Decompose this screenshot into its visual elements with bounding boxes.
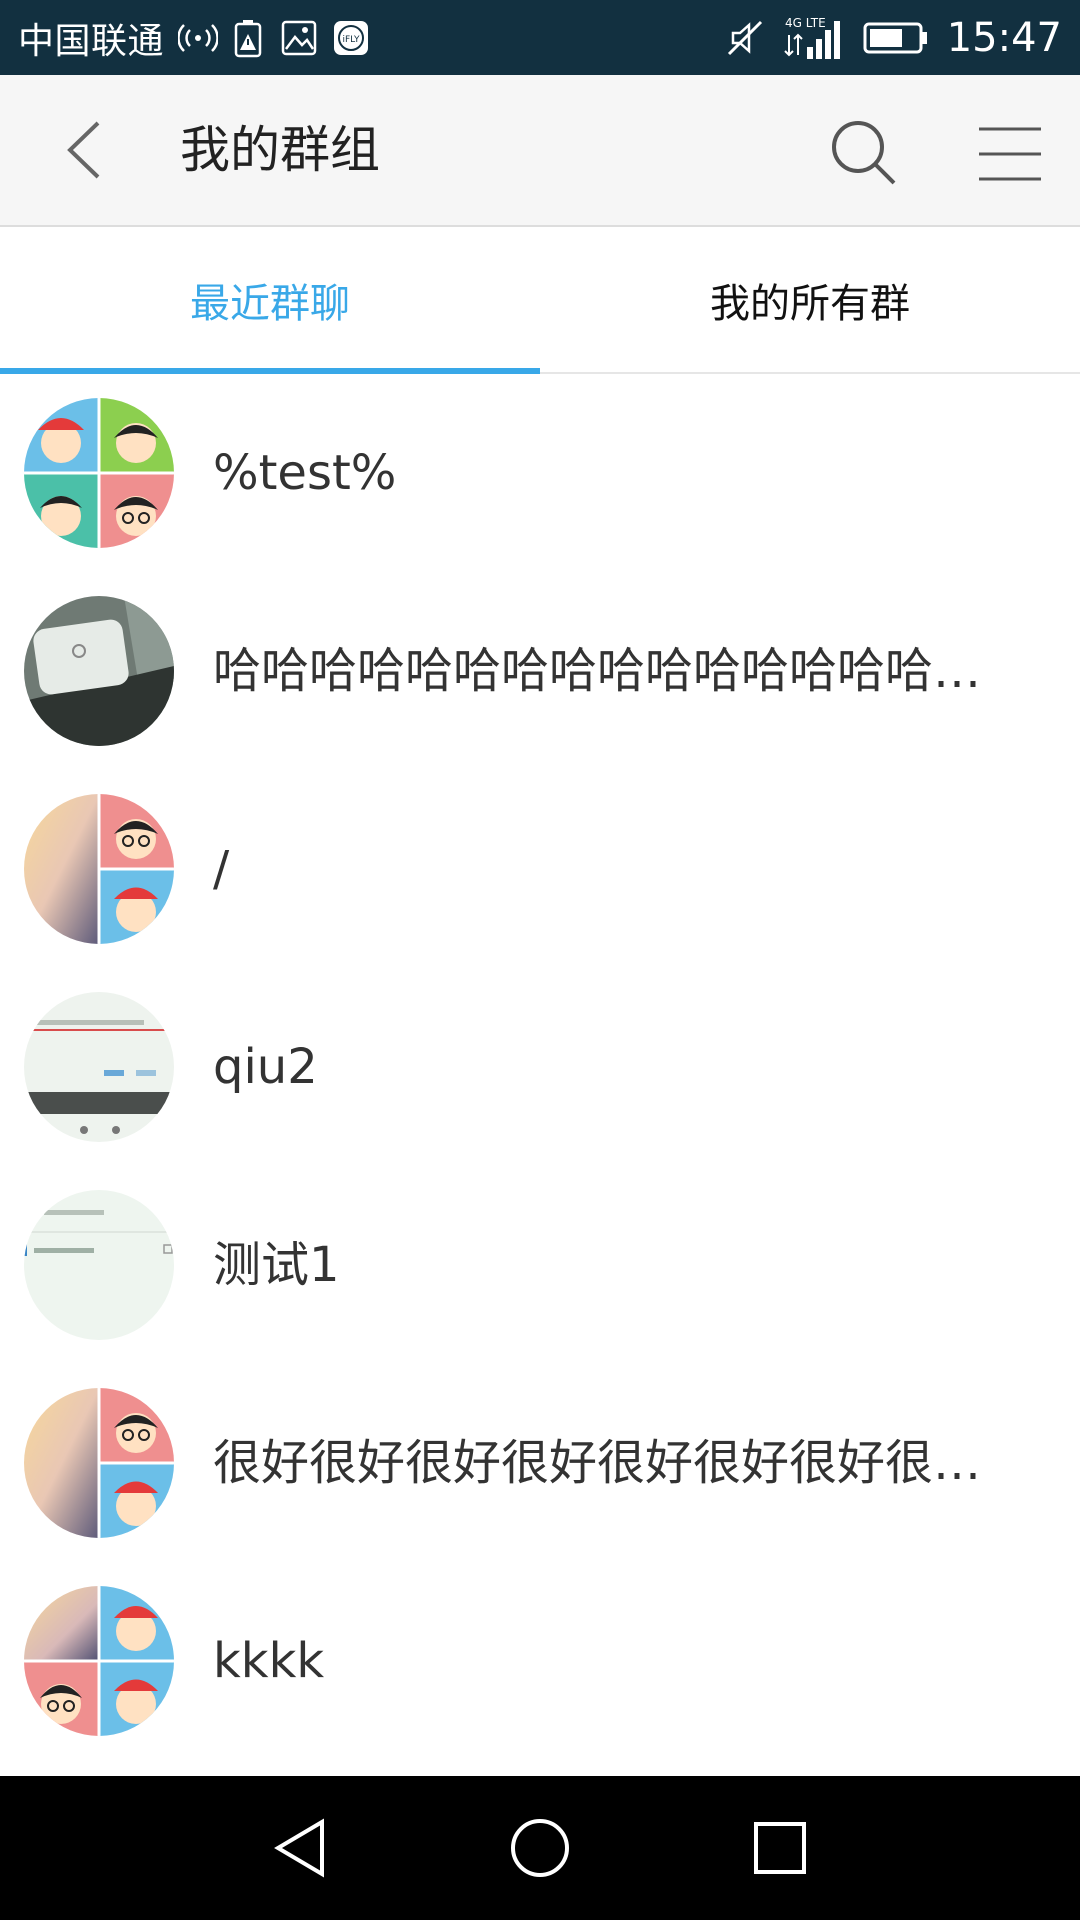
list-item[interactable]: 测试1	[0, 1166, 1080, 1364]
ifly-label: iFLY	[343, 35, 360, 45]
avatar	[24, 596, 174, 746]
tab-recent-groups[interactable]: 最近群聊	[0, 227, 540, 372]
group-name: %test%	[213, 445, 397, 501]
tab-all-groups[interactable]: 我的所有群	[540, 227, 1080, 372]
avatar	[24, 1190, 174, 1340]
carrier-name: 中国联通	[18, 20, 165, 62]
back-button[interactable]	[54, 115, 114, 185]
avatar	[24, 398, 174, 548]
ifly-icon: iFLY	[332, 19, 370, 57]
gallery-icon	[280, 19, 318, 57]
nav-home-icon	[511, 1819, 569, 1877]
avatar	[24, 794, 174, 944]
nav-recents-icon	[754, 1822, 806, 1874]
list-item[interactable]: /	[0, 770, 1080, 968]
system-nav-bar	[0, 1776, 1080, 1920]
clock: 15:47	[946, 14, 1062, 61]
nav-recents-button[interactable]	[740, 1808, 820, 1888]
mute-icon	[725, 18, 765, 58]
group-name: 很好很好很好很好很好很好很好很好很好	[213, 1435, 1010, 1491]
nav-home-button[interactable]	[500, 1808, 580, 1888]
avatar	[24, 1586, 174, 1736]
menu-button[interactable]	[975, 119, 1045, 189]
group-list: %test% 哈哈哈哈哈哈哈哈哈哈哈哈哈哈哈哈哈哈哈哈	[0, 374, 1080, 1760]
avatar	[24, 992, 174, 1142]
list-item[interactable]: kkkk	[0, 1562, 1080, 1760]
group-name: /	[213, 841, 230, 897]
menu-icon	[979, 127, 1041, 181]
list-item[interactable]: %test%	[0, 374, 1080, 572]
signal-icon: 4G LTE	[783, 15, 845, 61]
status-bar: 中国联通 iFLY 4G LTE 15:47	[0, 0, 1080, 75]
app-bar: 我的群组	[0, 75, 1080, 227]
battery-warning-icon	[232, 18, 266, 58]
list-item[interactable]: qiu2	[0, 968, 1080, 1166]
group-name: 测试1	[213, 1237, 340, 1293]
page-title: 我的群组	[180, 121, 380, 179]
list-item[interactable]: 哈哈哈哈哈哈哈哈哈哈哈哈哈哈哈哈哈哈哈哈	[0, 572, 1080, 770]
back-arrow-icon	[67, 121, 100, 179]
group-name: qiu2	[213, 1039, 318, 1095]
nav-back-button[interactable]	[260, 1808, 340, 1888]
group-name: kkkk	[213, 1633, 325, 1689]
search-icon	[832, 121, 896, 185]
avatar	[24, 1388, 174, 1538]
list-item[interactable]: 很好很好很好很好很好很好很好很好很好	[0, 1364, 1080, 1562]
battery-icon	[863, 20, 929, 56]
search-button[interactable]	[824, 113, 904, 193]
broadcast-icon	[178, 21, 219, 55]
network-type: 4G LTE	[785, 16, 826, 30]
group-name: 哈哈哈哈哈哈哈哈哈哈哈哈哈哈哈哈哈哈哈哈	[213, 643, 1010, 699]
tab-bar: 最近群聊 我的所有群	[0, 227, 1080, 374]
nav-back-icon	[274, 1818, 324, 1878]
